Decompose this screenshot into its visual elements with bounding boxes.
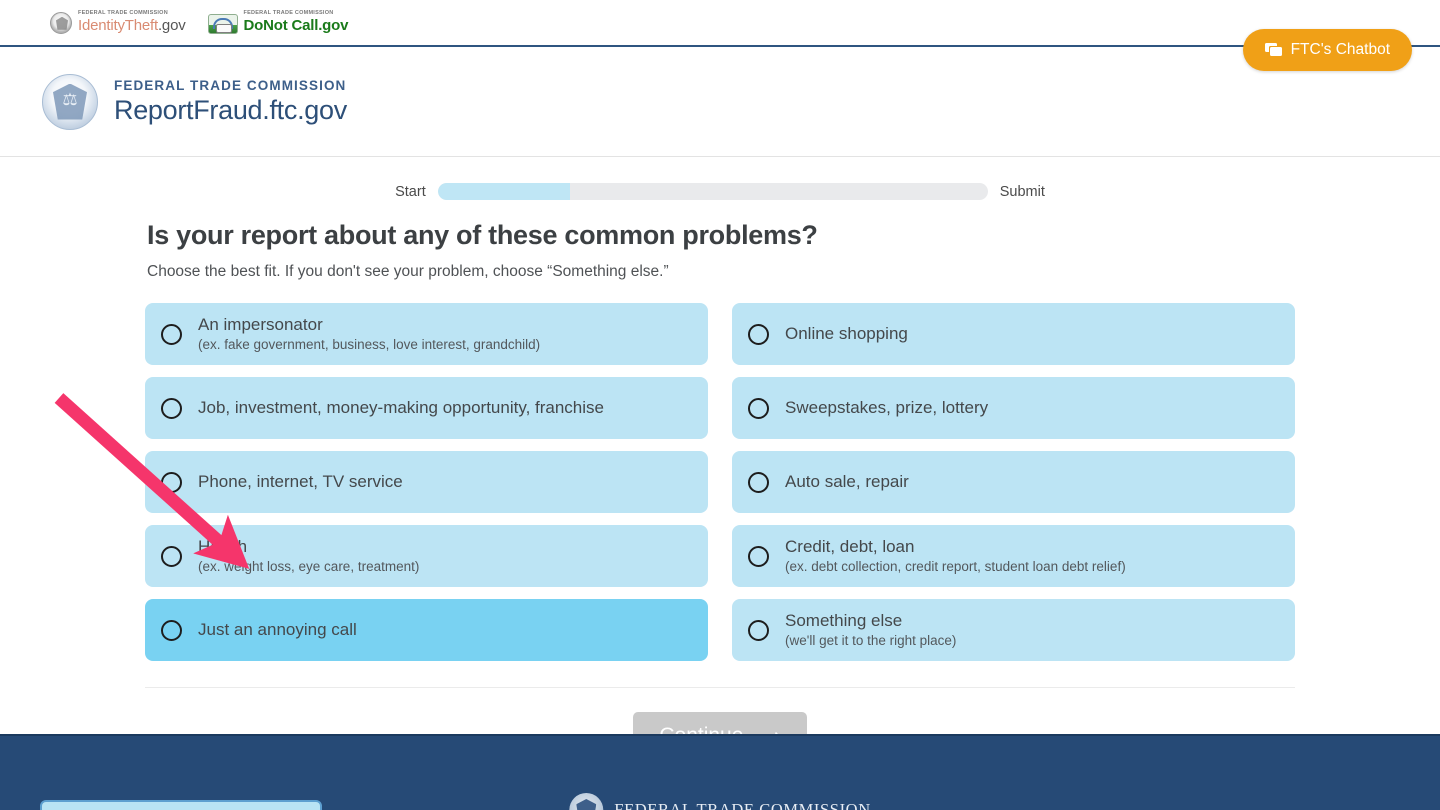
site-header: FEDERAL TRADE COMMISSION ReportFraud.ftc… xyxy=(0,47,1440,157)
radio-icon[interactable] xyxy=(161,472,182,493)
progress-submit-label: Submit xyxy=(1000,184,1045,200)
site-logo-link[interactable]: FEDERAL TRADE COMMISSION ReportFraud.ftc… xyxy=(42,74,347,130)
question-title: Is your report about any of these common… xyxy=(145,220,1295,251)
radio-icon[interactable] xyxy=(748,398,769,419)
option-text: An impersonator (ex. fake government, bus… xyxy=(198,314,540,353)
phone-icon xyxy=(208,14,238,34)
option-hint: (ex. weight loss, eye care, treatment) xyxy=(198,559,419,576)
sister-site-name: DoNot Call.gov xyxy=(244,17,349,34)
chatbot-button-label: FTC's Chatbot xyxy=(1291,41,1390,59)
sister-site-name-suffix: .gov xyxy=(318,17,348,34)
ftc-seal-icon xyxy=(42,74,98,130)
progress-fill xyxy=(438,183,570,200)
option-text: Credit, debt, loan (ex. debt collection, … xyxy=(785,536,1126,575)
brand-kicker: FEDERAL TRADE COMMISSION xyxy=(114,78,347,93)
option-text: Sweepstakes, prize, lottery xyxy=(785,397,988,418)
progress-start-label: Start xyxy=(395,184,426,200)
option-right-0[interactable]: Online shopping xyxy=(732,303,1295,365)
option-text: Just an annoying call xyxy=(198,619,357,640)
footer-brand-text: FEDERAL TRADE COMMISSION xyxy=(614,800,870,810)
option-left-4[interactable]: Just an annoying call xyxy=(145,599,708,661)
utility-bar: FEDERAL TRADE COMMISSION IdentityTheft.g… xyxy=(0,0,1440,47)
option-label: Auto sale, repair xyxy=(785,471,909,492)
sister-site-name: IdentityTheft.gov xyxy=(78,17,186,34)
option-hint: (ex. debt collection, credit report, stu… xyxy=(785,559,1126,576)
ftc-seal-icon xyxy=(569,793,603,810)
ftc-seal-icon xyxy=(50,12,72,34)
brand-text-block: FEDERAL TRADE COMMISSION ReportFraud.ftc… xyxy=(114,78,347,126)
radio-icon[interactable] xyxy=(748,546,769,567)
option-text: Online shopping xyxy=(785,323,908,344)
option-label: Phone, internet, TV service xyxy=(198,471,403,492)
option-label: Health xyxy=(198,536,419,557)
question-form: Is your report about any of these common… xyxy=(145,200,1295,760)
chat-bubble-icon xyxy=(1265,43,1282,57)
radio-icon[interactable] xyxy=(161,398,182,419)
option-left-0[interactable]: An impersonator (ex. fake government, bus… xyxy=(145,303,708,365)
radio-icon[interactable] xyxy=(748,620,769,641)
option-hint: (ex. fake government, business, love int… xyxy=(198,337,540,354)
radio-icon[interactable] xyxy=(748,324,769,345)
progress-indicator: Start Submit xyxy=(0,157,1440,200)
sister-site-donotcall[interactable]: FEDERAL TRADE COMMISSION DoNot Call.gov xyxy=(208,11,349,34)
option-label: Job, investment, money-making opportunit… xyxy=(198,397,604,418)
progress-track xyxy=(438,183,988,200)
radio-icon[interactable] xyxy=(748,472,769,493)
radio-icon[interactable] xyxy=(161,324,182,345)
radio-icon[interactable] xyxy=(161,620,182,641)
sister-site-text: FEDERAL TRADE COMMISSION DoNot Call.gov xyxy=(244,11,349,34)
site-footer: Get familiar! 25 ll use data on this b F… xyxy=(0,734,1440,810)
sister-site-name-suffix: .gov xyxy=(158,17,186,34)
page-title: ReportFraud.ftc.gov xyxy=(114,95,347,126)
option-text: Health (ex. weight loss, eye care, treatm… xyxy=(198,536,419,575)
option-right-2[interactable]: Auto sale, repair xyxy=(732,451,1295,513)
sister-site-name-primary: DoNot Call xyxy=(244,17,319,34)
option-right-4[interactable]: Something else (we'll get it to the right… xyxy=(732,599,1295,661)
option-label: Credit, debt, loan xyxy=(785,536,1126,557)
sister-site-text: FEDERAL TRADE COMMISSION IdentityTheft.g… xyxy=(78,11,186,34)
option-label: Sweepstakes, prize, lottery xyxy=(785,397,988,418)
option-label: Online shopping xyxy=(785,323,908,344)
sister-site-identitytheft[interactable]: FEDERAL TRADE COMMISSION IdentityTheft.g… xyxy=(50,11,186,34)
option-left-2[interactable]: Phone, internet, TV service xyxy=(145,451,708,513)
option-right-1[interactable]: Sweepstakes, prize, lottery xyxy=(732,377,1295,439)
chatbot-button[interactable]: FTC's Chatbot xyxy=(1243,29,1412,71)
option-text: Phone, internet, TV service xyxy=(198,471,403,492)
option-label: Something else xyxy=(785,610,956,631)
sister-site-name-primary: IdentityTheft xyxy=(78,17,158,34)
option-right-3[interactable]: Credit, debt, loan (ex. debt collection, … xyxy=(732,525,1295,587)
page-root: FEDERAL TRADE COMMISSION IdentityTheft.g… xyxy=(0,0,1440,810)
options-grid: An impersonator (ex. fake government, bus… xyxy=(145,303,1295,661)
option-label: An impersonator xyxy=(198,314,540,335)
option-hint: (we'll get it to the right place) xyxy=(785,633,956,650)
option-label: Just an annoying call xyxy=(198,619,357,640)
option-left-3[interactable]: Health (ex. weight loss, eye care, treatm… xyxy=(145,525,708,587)
footer-brand: FEDERAL TRADE COMMISSION xyxy=(569,793,870,810)
option-text: Job, investment, money-making opportunit… xyxy=(198,397,604,418)
option-left-1[interactable]: Job, investment, money-making opportunit… xyxy=(145,377,708,439)
option-text: Auto sale, repair xyxy=(785,471,909,492)
radio-icon[interactable] xyxy=(161,546,182,567)
question-subtitle: Choose the best fit. If you don't see yo… xyxy=(145,263,1295,281)
footer-cta-box[interactable]: Get familiar! 25 ll use data on this b xyxy=(40,800,322,810)
option-text: Something else (we'll get it to the right… xyxy=(785,610,956,649)
